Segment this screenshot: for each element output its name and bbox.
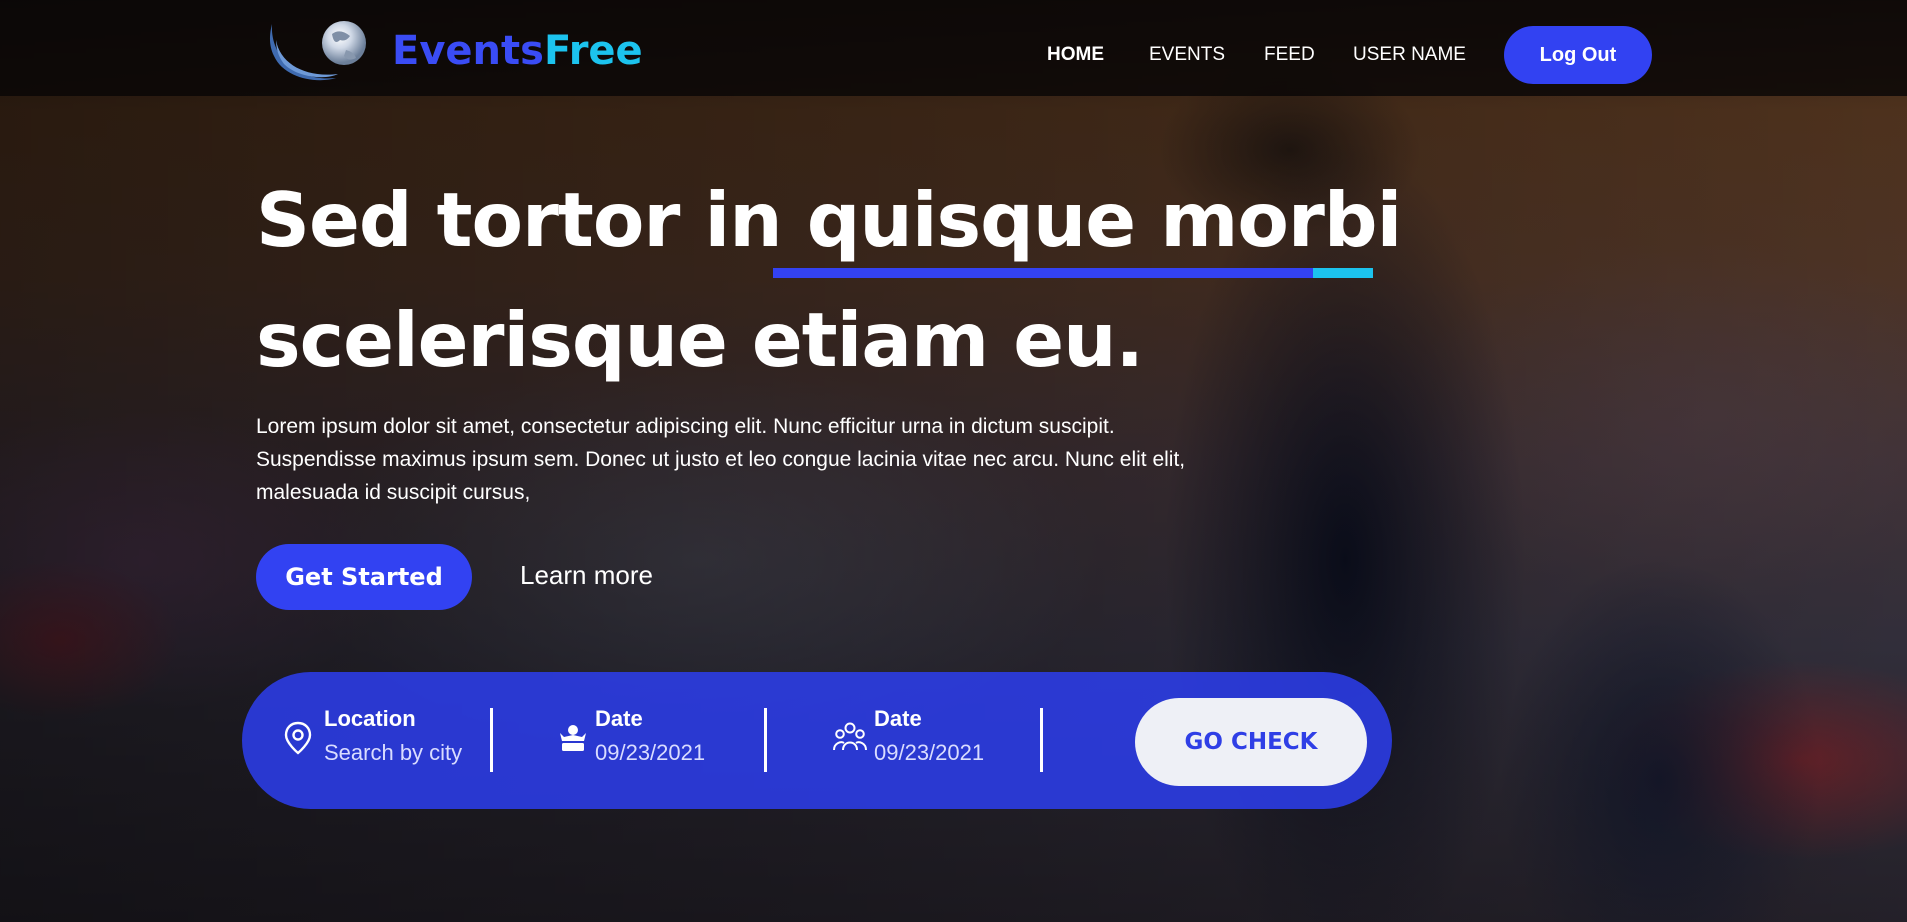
hero-description: Lorem ipsum dolor sit amet, consectetur … bbox=[256, 415, 1186, 504]
brand-name-part1: Events bbox=[392, 28, 544, 74]
learn-more-link[interactable]: Learn more bbox=[520, 560, 653, 591]
headline-underline bbox=[773, 268, 1373, 278]
nav-user-name[interactable]: USER NAME bbox=[1353, 44, 1466, 66]
date-value-2[interactable]: 09/23/2021 bbox=[874, 740, 1074, 766]
headline-line-1: Sed tortor in quisque morbi bbox=[256, 160, 1403, 280]
date-field-1[interactable]: Date 09/23/2021 bbox=[555, 706, 755, 776]
location-field[interactable]: Location bbox=[280, 706, 524, 776]
search-divider bbox=[764, 708, 767, 772]
people-group-icon bbox=[833, 722, 867, 751]
headline-line-2: scelerisque etiam eu. bbox=[256, 296, 1144, 384]
nav-feed[interactable]: FEED bbox=[1264, 44, 1315, 66]
nav-events[interactable]: EVENTS bbox=[1149, 44, 1225, 66]
nav-home[interactable]: HOME bbox=[1047, 44, 1104, 66]
event-search-bar: Location Date 09/23/2021 Date 09/23/2021… bbox=[242, 672, 1392, 809]
date-label-2: Date bbox=[874, 706, 922, 731]
underline-blue-segment bbox=[773, 268, 1313, 278]
location-label: Location bbox=[324, 706, 416, 731]
underline-cyan-segment bbox=[1313, 268, 1373, 278]
search-divider bbox=[1040, 708, 1043, 772]
top-navbar: EventsFree HOME EVENTS FEED USER NAME Lo… bbox=[0, 0, 1907, 96]
brand-name-part2: Free bbox=[543, 28, 643, 74]
location-pin-icon bbox=[284, 721, 312, 755]
date-field-2[interactable]: Date 09/23/2021 bbox=[832, 706, 1032, 776]
go-check-button[interactable]: GO CHECK bbox=[1135, 698, 1367, 786]
date-label-1: Date bbox=[595, 706, 643, 731]
search-divider bbox=[490, 708, 493, 772]
hero-headline: Sed tortor in quisque morbi scelerisque … bbox=[256, 160, 1403, 400]
logout-button[interactable]: Log Out bbox=[1504, 26, 1652, 84]
get-started-button[interactable]: Get Started bbox=[256, 544, 472, 610]
brand-name[interactable]: EventsFree bbox=[392, 28, 643, 74]
globe-logo-icon[interactable] bbox=[266, 16, 372, 92]
event-host-icon bbox=[560, 725, 586, 751]
location-input[interactable] bbox=[324, 740, 524, 766]
headline-highlight: quisque morbi bbox=[806, 176, 1403, 264]
headline-text-start: Sed tortor in bbox=[256, 176, 807, 264]
